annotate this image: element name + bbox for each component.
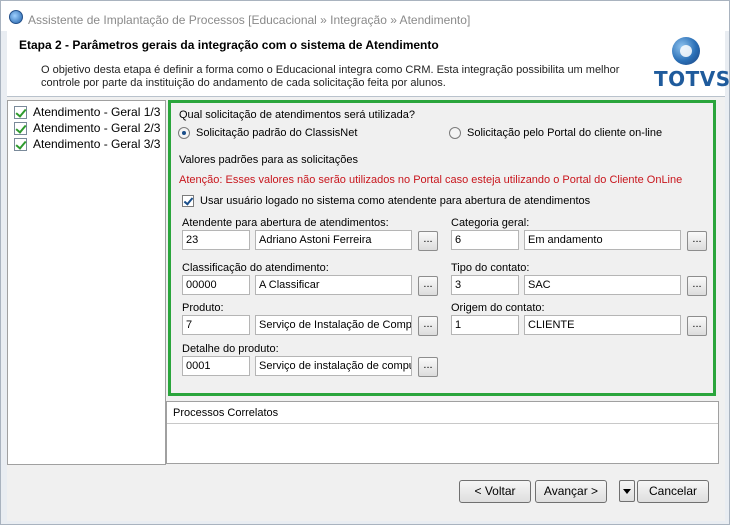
tipo-contato-name-field[interactable]: SAC	[524, 275, 681, 295]
detalhe-produto-browse-button[interactable]: ...	[418, 357, 438, 377]
tipo-contato-browse-button[interactable]: ...	[687, 276, 707, 296]
atendente-name-field[interactable]: Adriano Astoni Ferreira	[255, 230, 412, 250]
step-description: O objetivo desta etapa é definir a forma…	[41, 64, 620, 89]
next-button[interactable]: Avançar >	[535, 480, 607, 503]
related-processes-title: Processos Correlatos	[167, 402, 718, 424]
window-title: Assistente de Implantação de Processos […	[28, 13, 471, 27]
step-item-label: Atendimento - Geral 2/3	[33, 121, 161, 135]
atendente-label: Atendente para abertura de atendimentos:	[182, 217, 389, 229]
origem-contato-browse-button[interactable]: ...	[687, 316, 707, 336]
step-item-label: Atendimento - Geral 3/3	[33, 137, 161, 151]
classificacao-code-field[interactable]: 00000	[182, 275, 250, 295]
title-bar: Assistente de Implantação de Processos […	[1, 1, 729, 31]
steps-list: Atendimento - Geral 1/3 Atendimento - Ge…	[7, 100, 166, 465]
classificacao-name-field[interactable]: A Classificar	[255, 275, 412, 295]
check-icon	[14, 121, 27, 135]
wizard-client-area: Etapa 2 - Parâmetros gerais da integraçã…	[7, 31, 730, 521]
back-button[interactable]: < Voltar	[459, 480, 531, 503]
cancel-button[interactable]: Cancelar	[637, 480, 709, 503]
tipo-contato-code-field[interactable]: 3	[451, 275, 519, 295]
step-item-1[interactable]: Atendimento - Geral 1/3	[14, 104, 160, 120]
categoria-code-field[interactable]: 6	[451, 230, 519, 250]
origem-contato-code-field[interactable]: 1	[451, 315, 519, 335]
radio-standard-label: Solicitação padrão do ClassisNet	[196, 127, 358, 139]
classificacao-label: Classificação do atendimento:	[182, 262, 329, 274]
solicitation-question: Qual solicitação de atendimentos será ut…	[179, 109, 416, 121]
use-logged-user-checkbox[interactable]: Usar usuário logado no sistema como aten…	[182, 195, 590, 207]
origem-contato-name-field[interactable]: CLIENTE	[524, 315, 681, 335]
detalhe-produto-label: Detalhe do produto:	[182, 343, 279, 355]
produto-name-field[interactable]: Serviço de Instalação de Compu	[255, 315, 412, 335]
related-processes-panel: Processos Correlatos	[166, 401, 719, 464]
categoria-browse-button[interactable]: ...	[687, 231, 707, 251]
produto-browse-button[interactable]: ...	[418, 316, 438, 336]
produto-label: Produto:	[182, 302, 224, 314]
produto-code-field[interactable]: 7	[182, 315, 250, 335]
detalhe-produto-name-field[interactable]: Serviço de instalação de compu	[255, 356, 412, 376]
wizard-window: Assistente de Implantação de Processos […	[0, 0, 730, 525]
check-icon	[14, 105, 27, 119]
checkbox-checked-icon	[182, 195, 194, 207]
atendente-browse-button[interactable]: ...	[418, 231, 438, 251]
step-header: Etapa 2 - Parâmetros gerais da integraçã…	[7, 31, 730, 97]
warning-text: Atenção: Esses valores não serão utiliza…	[179, 174, 683, 186]
check-icon	[14, 137, 27, 151]
totvs-logo-icon	[672, 37, 700, 65]
detalhe-produto-code-field[interactable]: 0001	[182, 356, 250, 376]
radio-portal-label: Solicitação pelo Portal do cliente on-li…	[467, 127, 663, 139]
more-options-dropdown[interactable]	[619, 480, 635, 502]
radio-unselected-icon	[449, 127, 461, 139]
step-item-label: Atendimento - Geral 1/3	[33, 105, 161, 119]
tipo-contato-label: Tipo do contato:	[451, 262, 530, 274]
radio-standard-solicitation[interactable]: Solicitação padrão do ClassisNet	[178, 127, 357, 139]
totvs-logo-text: TOTVS	[654, 67, 730, 91]
totvs-logo: TOTVS	[652, 37, 730, 95]
radio-portal-solicitation[interactable]: Solicitação pelo Portal do cliente on-li…	[449, 127, 662, 139]
step-item-2[interactable]: Atendimento - Geral 2/3	[14, 120, 160, 136]
atendente-code-field[interactable]: 23	[182, 230, 250, 250]
wizard-footer: < Voltar Avançar > Cancelar	[7, 465, 725, 521]
step-title: Etapa 2 - Parâmetros gerais da integraçã…	[19, 38, 439, 52]
categoria-name-field[interactable]: Em andamento	[524, 230, 681, 250]
classificacao-browse-button[interactable]: ...	[418, 276, 438, 296]
step-item-3[interactable]: Atendimento - Geral 3/3	[14, 136, 160, 152]
radio-selected-icon	[178, 127, 190, 139]
use-logged-user-label: Usar usuário logado no sistema como aten…	[200, 195, 591, 207]
app-icon	[9, 10, 23, 24]
categoria-label: Categoria geral:	[451, 217, 530, 229]
origem-contato-label: Origem do contato:	[451, 302, 545, 314]
defaults-section-title: Valores padrões para as solicitações	[179, 154, 358, 166]
